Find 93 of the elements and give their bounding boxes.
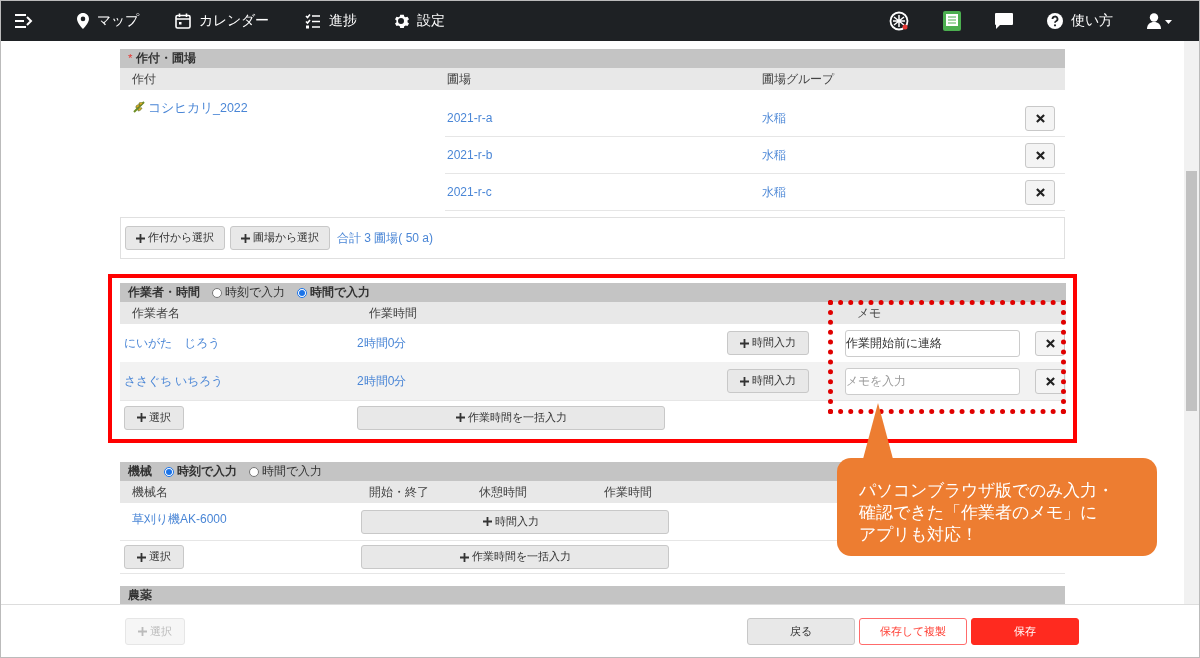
field-group-link[interactable]: 水稲 [760,109,1025,127]
radio-button[interactable] [164,466,174,477]
field-group-link[interactable]: 水稲 [760,183,1025,201]
plus-icon [483,517,492,526]
select-button[interactable]: 選択 [124,405,184,430]
save-button[interactable]: 保存 [971,617,1079,645]
duration-link[interactable]: 2時間0分 [357,372,727,390]
radio-label: 時間で入力 [310,284,370,301]
section-title: * 作付・圃場 [128,51,196,66]
remove-button[interactable] [1025,105,1055,131]
memo-field[interactable]: メモを入力 [845,367,1020,395]
column-header: 休憩時間 [478,483,527,501]
radio-label: 時刻で入力 [177,463,237,480]
plant-icon [132,100,146,114]
total-link[interactable]: 合計 3 圃場( 50 a) [337,229,434,247]
remove-button[interactable] [1035,368,1065,394]
remove-button[interactable] [1025,179,1055,205]
pin-icon [77,13,89,29]
column-header: 機械名 [131,483,168,501]
plus-icon [455,413,465,422]
crop-link[interactable]: コシヒカリ_2022 [148,100,248,117]
nav-link[interactable]: 進捗 [305,12,357,30]
plus-icon [137,413,146,422]
help-icon [1047,13,1063,29]
column-header: 作付 [131,70,156,88]
bulk-time-button[interactable]: 作業時間を一括入力 [361,545,669,569]
radio-button[interactable] [249,466,259,477]
field-group-link[interactable]: 水稲 [760,146,1025,164]
user-icon[interactable] [1147,13,1173,29]
plus-icon [136,233,145,243]
plus-icon [241,233,250,243]
close-icon [1035,150,1045,160]
save-copy-button[interactable]: 保存して複製 [859,617,967,645]
radio-label: 時間で入力 [262,463,322,480]
radio-option[interactable]: 時間で入力 [249,463,322,480]
menu-icon [15,14,33,28]
plus-icon [137,552,146,562]
memo-field[interactable]: 作業開始前に連絡 [845,329,1020,357]
radio-option[interactable]: 時間で入力 [297,284,370,301]
chat-icon[interactable] [995,13,1013,29]
column-header: 作業時間 [603,483,652,501]
section-title: 作業者・時間 [128,285,200,300]
close-icon [1035,113,1045,123]
radio-button[interactable] [212,287,222,298]
plus-icon [138,626,147,636]
field-link[interactable]: 2021-r-c [445,185,760,199]
field-link[interactable]: 2021-r-b [445,148,760,162]
column-header: 圃場グループ [761,70,834,88]
help-link[interactable]: 使い方 [1047,12,1113,30]
select-button[interactable]: 作付から選択 [125,226,225,250]
select-button[interactable]: 圃場から選択 [230,226,330,250]
plus-icon [740,376,749,386]
worker-link[interactable]: にいがた じろう [120,334,357,352]
bulk-time-button[interactable]: 作業時間を一括入力 [357,405,665,430]
radio-label: 時刻で入力 [225,284,285,301]
plus-icon [740,338,749,348]
column-header: メモ [856,304,881,322]
calendar-icon [175,13,191,29]
select-button[interactable]: 選択 [124,545,184,569]
nav-link[interactable]: マップ [77,12,139,30]
section-title: 機械 [128,464,152,479]
scrollbar[interactable] [1184,41,1199,604]
close-icon [1045,338,1055,348]
close-icon [1035,187,1045,197]
back-button[interactable]: 戻る [747,617,855,645]
rice-badge-icon[interactable] [889,11,909,31]
settings-icon [393,13,409,29]
checklist-icon [305,13,321,29]
time-input-button[interactable]: 時間入力 [727,331,809,355]
remove-button[interactable] [1025,142,1055,168]
radio-button[interactable] [297,287,307,298]
column-header: 圃場 [446,70,471,88]
time-input-button[interactable]: 時間入力 [727,369,809,393]
callout-text: パソコンブラウザ版でのみ入力・ 確認できた「作業者のメモ」に アプリも対応！ [837,458,1157,557]
radio-option[interactable]: 時刻で入力 [212,284,285,301]
field-link[interactable]: 2021-r-a [445,111,760,125]
plus-icon [459,552,469,562]
column-header: 開始・終了 [368,483,429,501]
time-input-button[interactable]: 時間入力 [361,509,669,534]
radio-option[interactable]: 時刻で入力 [164,463,237,480]
machine-link[interactable]: 草刈り機AK-6000 [120,503,361,528]
callout-pointer [863,403,893,459]
remove-button[interactable] [1035,330,1065,356]
worker-link[interactable]: ささぐち いちろう [120,372,357,390]
nav-link[interactable]: 設定 [393,12,445,30]
book-icon[interactable] [943,11,961,31]
scrollbar-thumb[interactable] [1186,171,1197,411]
close-icon [1045,376,1055,386]
duration-link[interactable]: 2時間0分 [357,334,727,352]
nav-link[interactable]: カレンダー [175,12,269,30]
section-title: 農薬 [128,588,152,603]
column-header: 作業者名 [131,304,180,322]
column-header: 作業時間 [368,304,417,322]
